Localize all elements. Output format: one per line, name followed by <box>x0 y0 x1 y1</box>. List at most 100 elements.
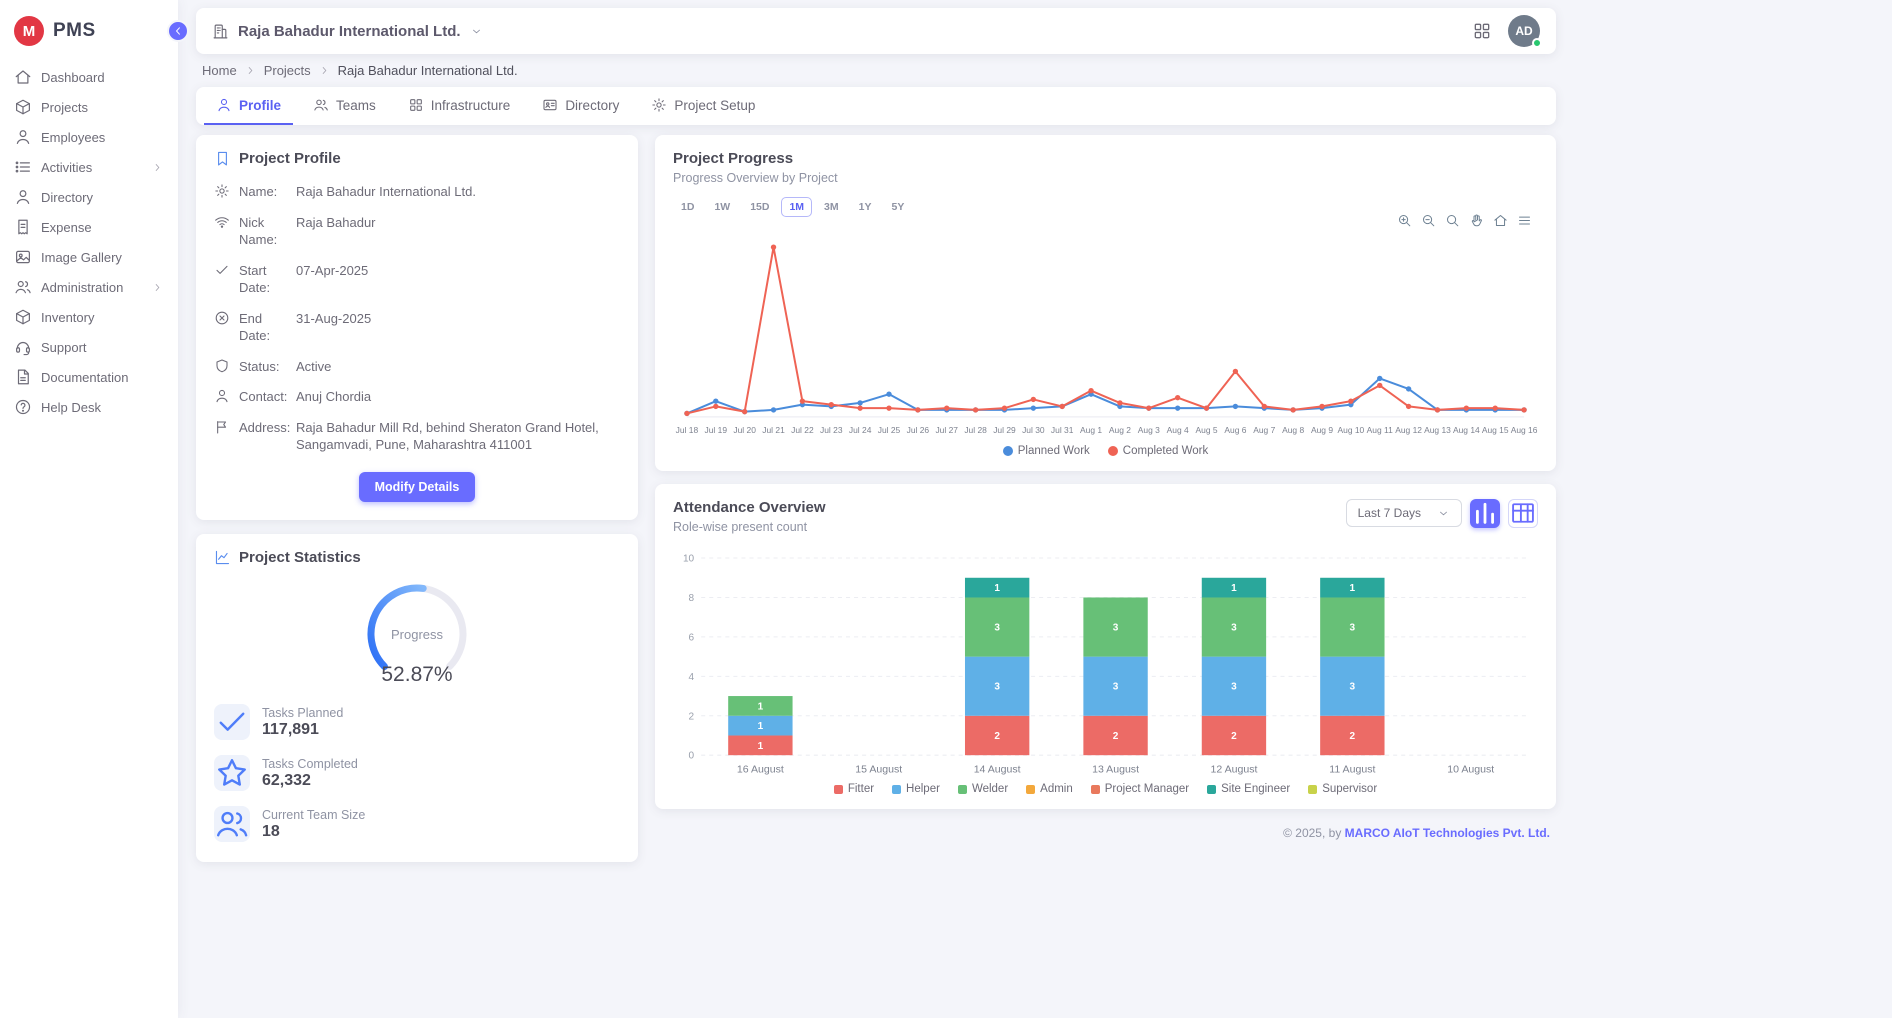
stat-tasks-planned: Tasks Planned117,891 <box>214 704 620 740</box>
legend-item-helper[interactable]: Helper <box>892 783 940 795</box>
avatar[interactable]: AD <box>1508 15 1540 47</box>
legend-item-welder[interactable]: Welder <box>958 783 1008 795</box>
svg-text:3: 3 <box>1113 681 1119 692</box>
sidebar-item-label: Activities <box>41 160 92 175</box>
chart-menu-icon[interactable] <box>1517 213 1532 228</box>
pan-icon[interactable] <box>1469 213 1484 228</box>
zoom-out-icon[interactable] <box>1421 213 1436 228</box>
range-button-3m[interactable]: 3M <box>816 197 847 217</box>
range-button-1d[interactable]: 1D <box>673 197 702 217</box>
sidebar-item-administration[interactable]: Administration <box>0 272 178 302</box>
tab-infrastructure[interactable]: Infrastructure <box>396 87 523 125</box>
sidebar-item-employees[interactable]: Employees <box>0 122 178 152</box>
sidebar-collapse-button[interactable] <box>167 20 189 42</box>
tab-bar: ProfileTeamsInfrastructureDirectoryProje… <box>196 87 1556 125</box>
range-button-5y[interactable]: 5Y <box>883 197 912 217</box>
users-icon <box>214 806 250 842</box>
stat-value: 62,332 <box>262 772 358 790</box>
legend-dot <box>1108 446 1118 456</box>
sidebar-item-activities[interactable]: Activities <box>0 152 178 182</box>
legend-item-planned-work[interactable]: Planned Work <box>1003 445 1090 457</box>
legend-item-fitter[interactable]: Fitter <box>834 783 874 795</box>
attendance-card-subtitle: Role-wise present count <box>673 520 826 534</box>
profile-field-label: Nick Name: <box>239 214 296 249</box>
legend-item-supervisor[interactable]: Supervisor <box>1308 783 1377 795</box>
stat-items: Tasks Planned117,891 Tasks Completed62,33… <box>214 704 620 842</box>
legend-label: Site Engineer <box>1221 783 1290 795</box>
wifi-icon <box>214 214 230 230</box>
line-chart: Jul 18Jul 19Jul 20Jul 21Jul 22Jul 23Jul … <box>673 228 1538 441</box>
svg-text:10 August: 10 August <box>1447 763 1494 775</box>
users-icon <box>14 278 32 296</box>
legend-item-project-manager[interactable]: Project Manager <box>1091 783 1189 795</box>
svg-text:1: 1 <box>1350 583 1356 594</box>
topbar-actions: AD <box>1472 15 1540 47</box>
progress-card-subtitle: Progress Overview by Project <box>673 171 1538 185</box>
svg-text:8: 8 <box>689 593 695 604</box>
reset-zoom-home-icon[interactable] <box>1493 213 1508 228</box>
profile-field-name: Name:Raja Bahadur International Ltd. <box>214 183 620 201</box>
range-select[interactable]: Last 7 Days <box>1346 499 1462 527</box>
sidebar: M PMS DashboardProjectsEmployees Activiti… <box>0 0 178 1018</box>
footer: © 2025, by MARCO AIoT Technologies Pvt. … <box>655 822 1556 850</box>
tab-teams[interactable]: Teams <box>301 87 388 125</box>
svg-text:Aug 11: Aug 11 <box>1367 425 1393 435</box>
svg-text:14 August: 14 August <box>974 763 1021 775</box>
gear-icon <box>214 183 230 199</box>
table-view-toggle-button[interactable] <box>1508 499 1538 528</box>
zoom-in-icon[interactable] <box>1397 213 1412 228</box>
sidebar-item-directory[interactable]: Directory <box>0 182 178 212</box>
apps-grid-icon[interactable] <box>1472 21 1492 41</box>
svg-text:Aug 8: Aug 8 <box>1282 425 1304 435</box>
legend-label: Project Manager <box>1105 783 1189 795</box>
selection-zoom-icon[interactable] <box>1445 213 1460 228</box>
bar-view-toggle-button[interactable] <box>1470 499 1500 528</box>
sidebar-item-label: Image Gallery <box>41 250 122 265</box>
sidebar-menu: DashboardProjectsEmployees Activities Dire… <box>0 58 178 426</box>
profile-fields: Name:Raja Bahadur International Ltd. Nick… <box>214 183 620 454</box>
svg-text:Jul 29: Jul 29 <box>993 425 1016 435</box>
sidebar-item-expense[interactable]: Expense <box>0 212 178 242</box>
sidebar-item-label: Administration <box>41 280 123 295</box>
progress-card-title: Project Progress <box>673 150 793 167</box>
tab-directory[interactable]: Directory <box>530 87 631 125</box>
chevron-right-icon <box>244 64 257 77</box>
sidebar-item-inventory[interactable]: Inventory <box>0 302 178 332</box>
legend-label: Completed Work <box>1123 445 1208 457</box>
sidebar-item-label: Support <box>41 340 87 355</box>
sidebar-item-projects[interactable]: Projects <box>0 92 178 122</box>
legend-dot <box>1003 446 1013 456</box>
sidebar-item-label: Help Desk <box>41 400 101 415</box>
legend-item-admin[interactable]: Admin <box>1026 783 1073 795</box>
profile-field-label: Name: <box>239 183 277 201</box>
range-button-1w[interactable]: 1W <box>706 197 738 217</box>
sidebar-item-dashboard[interactable]: Dashboard <box>0 62 178 92</box>
chevron-down-icon <box>470 25 483 38</box>
stat-value: 18 <box>262 823 365 841</box>
modify-details-button[interactable]: Modify Details <box>359 472 476 502</box>
footer-link[interactable]: MARCO AIoT Technologies Pvt. Ltd. <box>1345 826 1550 840</box>
sidebar-item-documentation[interactable]: Documentation <box>0 362 178 392</box>
chevron-right-icon <box>318 64 331 77</box>
breadcrumb-item-home[interactable]: Home <box>202 63 237 78</box>
range-button-15d[interactable]: 15D <box>742 197 777 217</box>
stat-tasks-completed: Tasks Completed62,332 <box>214 755 620 791</box>
sidebar-item-image-gallery[interactable]: Image Gallery <box>0 242 178 272</box>
tab-project-setup[interactable]: Project Setup <box>639 87 767 125</box>
legend-item-site-engineer[interactable]: Site Engineer <box>1207 783 1290 795</box>
range-select-value: Last 7 Days <box>1358 506 1421 520</box>
svg-text:Jul 18: Jul 18 <box>676 425 699 435</box>
range-button-1m[interactable]: 1M <box>781 197 812 217</box>
company-selector[interactable]: Raja Bahadur International Ltd. <box>212 23 483 40</box>
sidebar-item-help-desk[interactable]: Help Desk <box>0 392 178 422</box>
doc-icon <box>14 368 32 386</box>
profile-field-start-date: Start Date:07-Apr-2025 <box>214 262 620 297</box>
sidebar-item-support[interactable]: Support <box>0 332 178 362</box>
home-icon <box>14 68 32 86</box>
legend-item-completed-work[interactable]: Completed Work <box>1108 445 1208 457</box>
breadcrumb-item-projects[interactable]: Projects <box>264 63 311 78</box>
range-button-1y[interactable]: 1Y <box>851 197 880 217</box>
tab-profile[interactable]: Profile <box>204 87 293 125</box>
check-icon <box>214 704 250 740</box>
app-logo[interactable]: M PMS <box>0 0 178 58</box>
